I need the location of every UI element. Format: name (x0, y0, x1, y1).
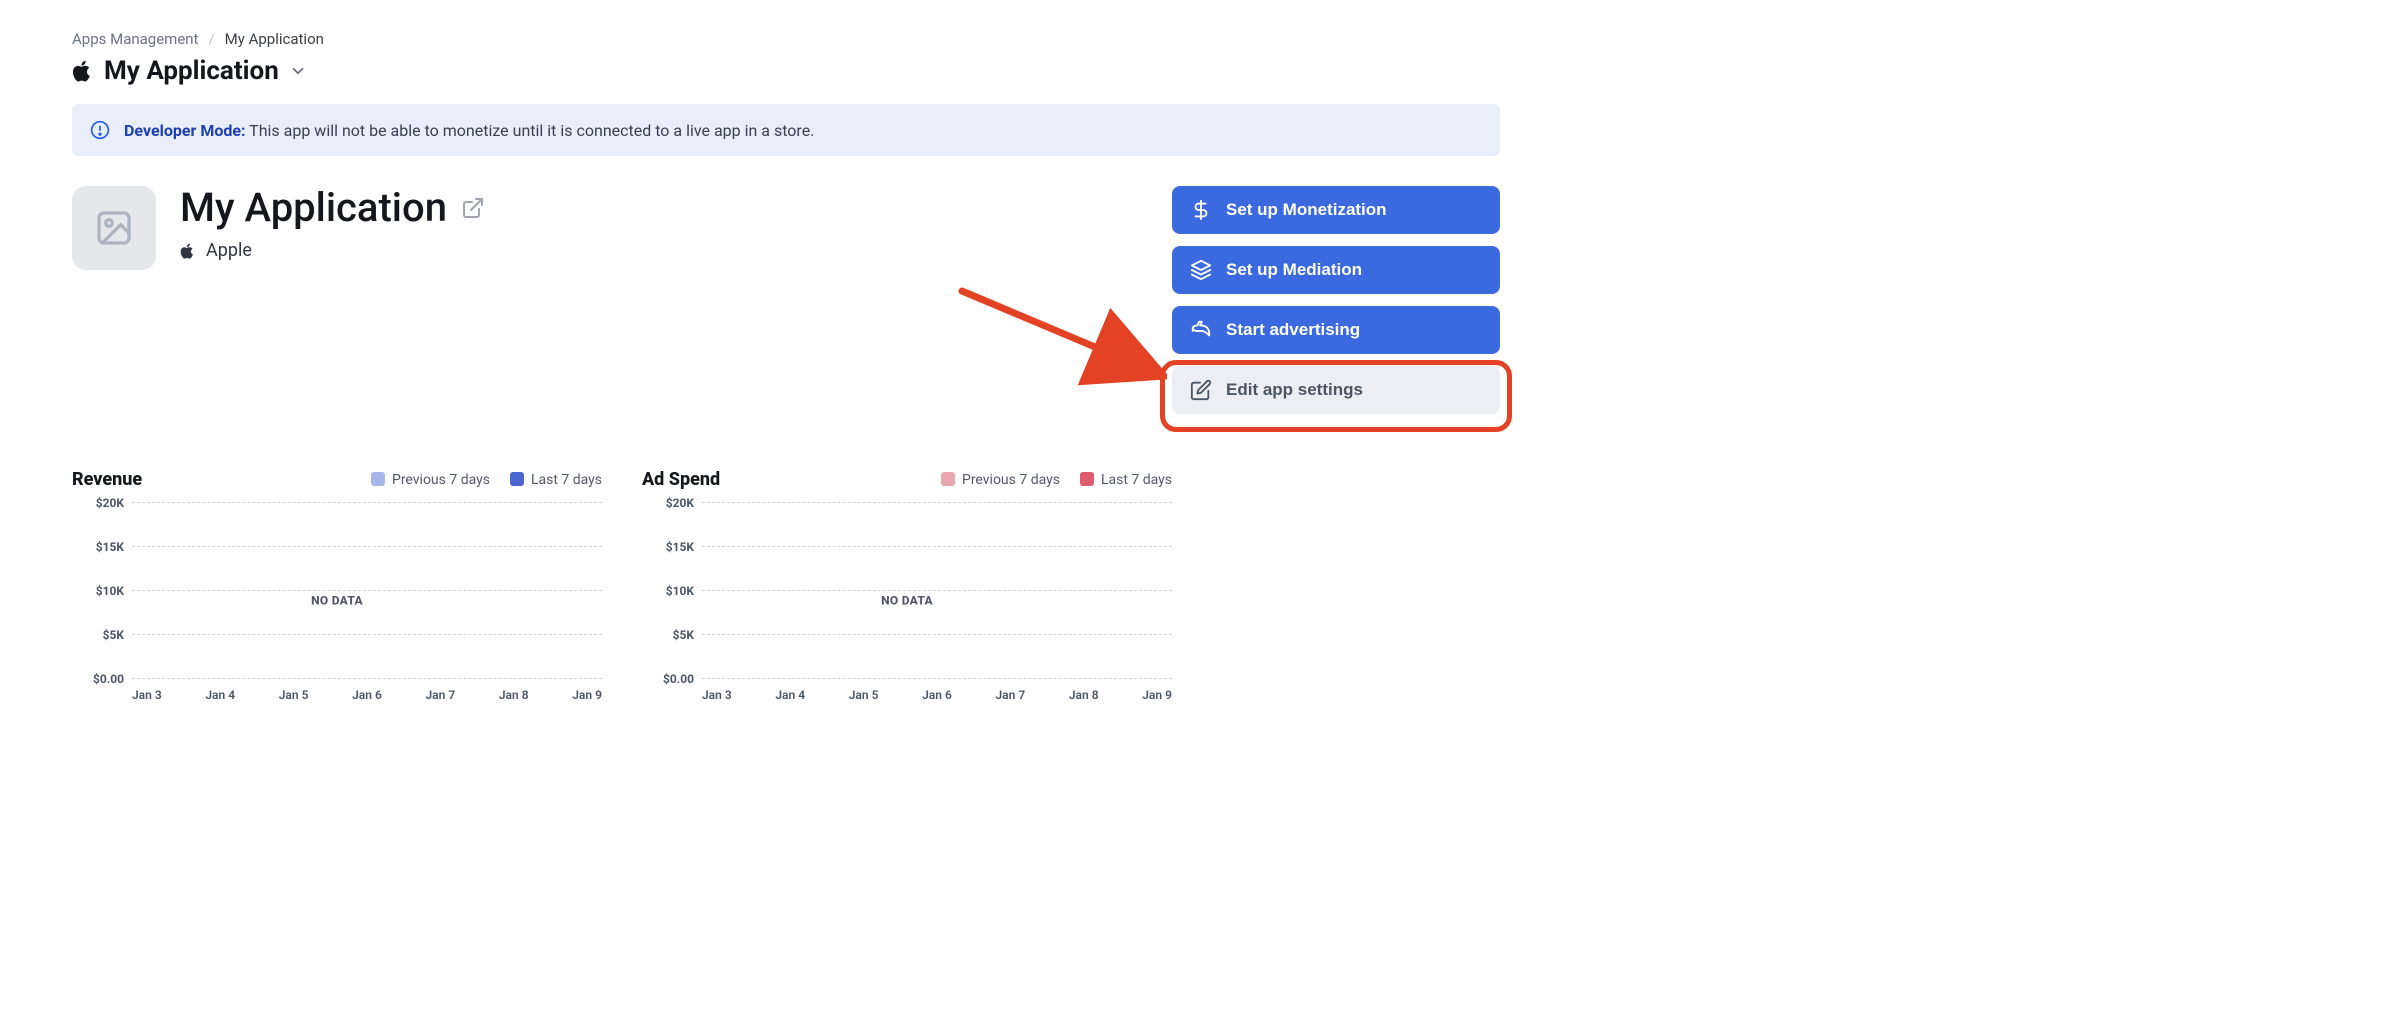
dollar-icon (1190, 199, 1212, 221)
action-label: Set up Mediation (1226, 260, 1362, 280)
app-icon-placeholder (72, 186, 156, 270)
edit-app-settings-button[interactable]: Edit app settings (1172, 366, 1500, 414)
action-buttons: Set up Monetization Set up Mediation Sta… (1172, 186, 1500, 414)
breadcrumb-root[interactable]: Apps Management (72, 30, 198, 48)
action-label: Set up Monetization (1226, 200, 1387, 220)
info-icon (90, 120, 110, 140)
revenue-chart: Revenue Previous 7 days Last 7 days $20K… (72, 469, 602, 702)
chart-legend: Previous 7 days Last 7 days (371, 472, 602, 488)
breadcrumb-current: My Application (225, 30, 324, 48)
chart-title: Revenue (72, 469, 142, 490)
start-advertising-button[interactable]: Start advertising (1172, 306, 1500, 354)
x-axis: Jan 3 Jan 4 Jan 5 Jan 6 Jan 7 Jan 8 Jan … (132, 688, 602, 702)
banner-message: This app will not be able to monetize un… (249, 121, 814, 140)
action-label: Start advertising (1226, 320, 1360, 340)
setup-mediation-button[interactable]: Set up Mediation (1172, 246, 1500, 294)
external-link-icon[interactable] (461, 196, 485, 220)
legend-item-last: Last 7 days (1080, 472, 1172, 488)
layers-icon (1190, 259, 1212, 281)
chart-legend: Previous 7 days Last 7 days (941, 472, 1172, 488)
chevron-down-icon (289, 62, 307, 80)
x-axis: Jan 3 Jan 4 Jan 5 Jan 6 Jan 7 Jan 8 Jan … (702, 688, 1172, 702)
megaphone-icon (1190, 319, 1212, 341)
breadcrumb-separator: / (208, 30, 214, 48)
banner-text: Developer Mode: This app will not be abl… (124, 121, 814, 140)
legend-item-prev: Previous 7 days (941, 472, 1060, 488)
app-platform: Apple (180, 240, 485, 261)
y-axis: $20K $15K $10K $5K $0.00 (702, 502, 1172, 678)
app-name-text: My Application (180, 186, 447, 230)
apple-icon (72, 60, 94, 82)
no-data-label: NO DATA (311, 594, 363, 608)
no-data-label: NO DATA (881, 594, 933, 608)
arrow-annotation (957, 281, 1167, 401)
legend-item-prev: Previous 7 days (371, 472, 490, 488)
chart-title: Ad Spend (642, 469, 720, 490)
app-header: My Application Apple (72, 186, 485, 270)
edit-icon (1190, 379, 1212, 401)
setup-monetization-button[interactable]: Set up Monetization (1172, 186, 1500, 234)
app-name: My Application (180, 186, 485, 230)
legend-item-last: Last 7 days (510, 472, 602, 488)
adspend-chart: Ad Spend Previous 7 days Last 7 days $20… (642, 469, 1172, 702)
app-platform-label: Apple (206, 240, 252, 261)
banner-label: Developer Mode: (124, 121, 246, 140)
breadcrumb: Apps Management / My Application (72, 30, 1500, 48)
action-label: Edit app settings (1226, 380, 1363, 400)
y-axis: $20K $15K $10K $5K $0.00 (132, 502, 602, 678)
app-selector-title: My Application (104, 56, 279, 86)
app-selector[interactable]: My Application (72, 56, 1500, 86)
apple-icon (180, 243, 196, 259)
developer-mode-banner: Developer Mode: This app will not be abl… (72, 104, 1500, 156)
